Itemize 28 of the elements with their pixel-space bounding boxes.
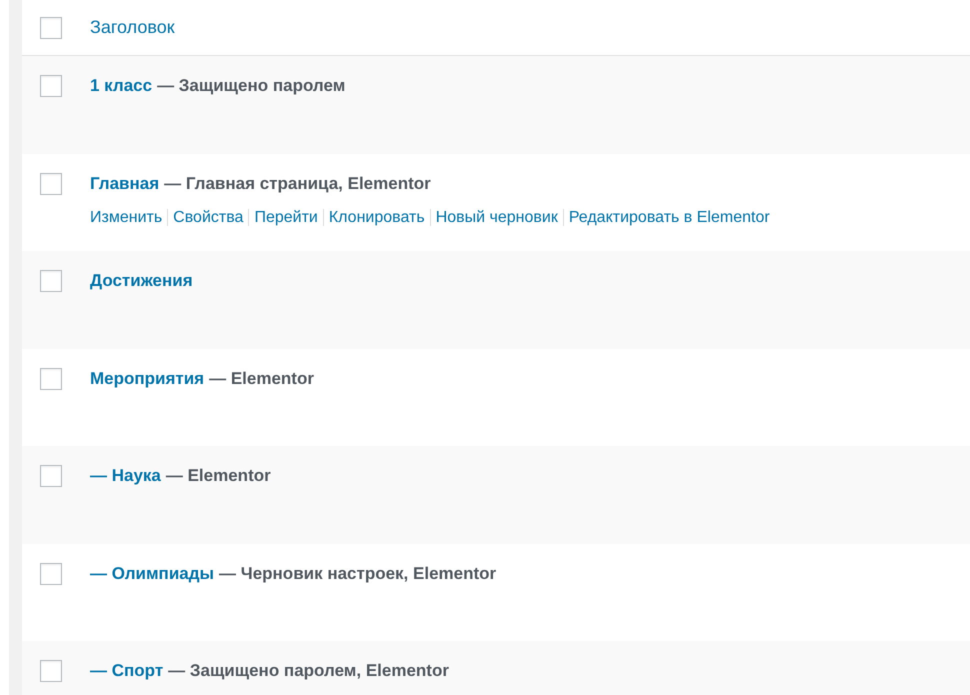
row-action-link[interactable]: Изменить: [90, 208, 162, 226]
page-title-link[interactable]: — Наука: [90, 466, 161, 485]
title-column-header[interactable]: Заголовок: [90, 17, 175, 38]
page-title-link[interactable]: Мероприятия: [90, 368, 204, 388]
page-state-label: — Черновик настроек, Elementor: [219, 564, 496, 582]
page-state-label: — Elementor: [209, 368, 314, 388]
page-title-link[interactable]: Достижения: [90, 271, 193, 290]
page-title-link[interactable]: — Олимпиады: [90, 564, 214, 582]
row-action-link[interactable]: Перейти: [254, 208, 318, 226]
page-state-label: — Защищено паролем, Elementor: [168, 661, 449, 680]
row-checkbox[interactable]: [40, 562, 62, 584]
select-all-checkbox[interactable]: [40, 16, 62, 38]
row-checkbox[interactable]: [40, 368, 62, 390]
row-action-link[interactable]: Свойства: [173, 208, 244, 226]
row-checkbox[interactable]: [40, 75, 62, 97]
page-state-label: — Главная страница, Elementor: [164, 174, 431, 192]
page-title-link[interactable]: — Спорт: [90, 661, 164, 680]
page-title-link[interactable]: 1 класс: [90, 76, 152, 95]
page-state-label: — Elementor: [166, 466, 271, 485]
page-title-link[interactable]: Главная: [90, 174, 160, 192]
row-checkbox[interactable]: [40, 172, 62, 194]
page-state-label: — Защищено паролем: [157, 76, 346, 95]
row-action-link[interactable]: Клонировать: [328, 208, 425, 226]
row-checkbox[interactable]: [40, 465, 62, 487]
row-checkbox[interactable]: [40, 270, 62, 292]
row-action-link[interactable]: Редактировать в Elementor: [568, 208, 770, 226]
row-action-link[interactable]: Новый черновик: [436, 208, 558, 226]
row-checkbox[interactable]: [40, 660, 62, 682]
